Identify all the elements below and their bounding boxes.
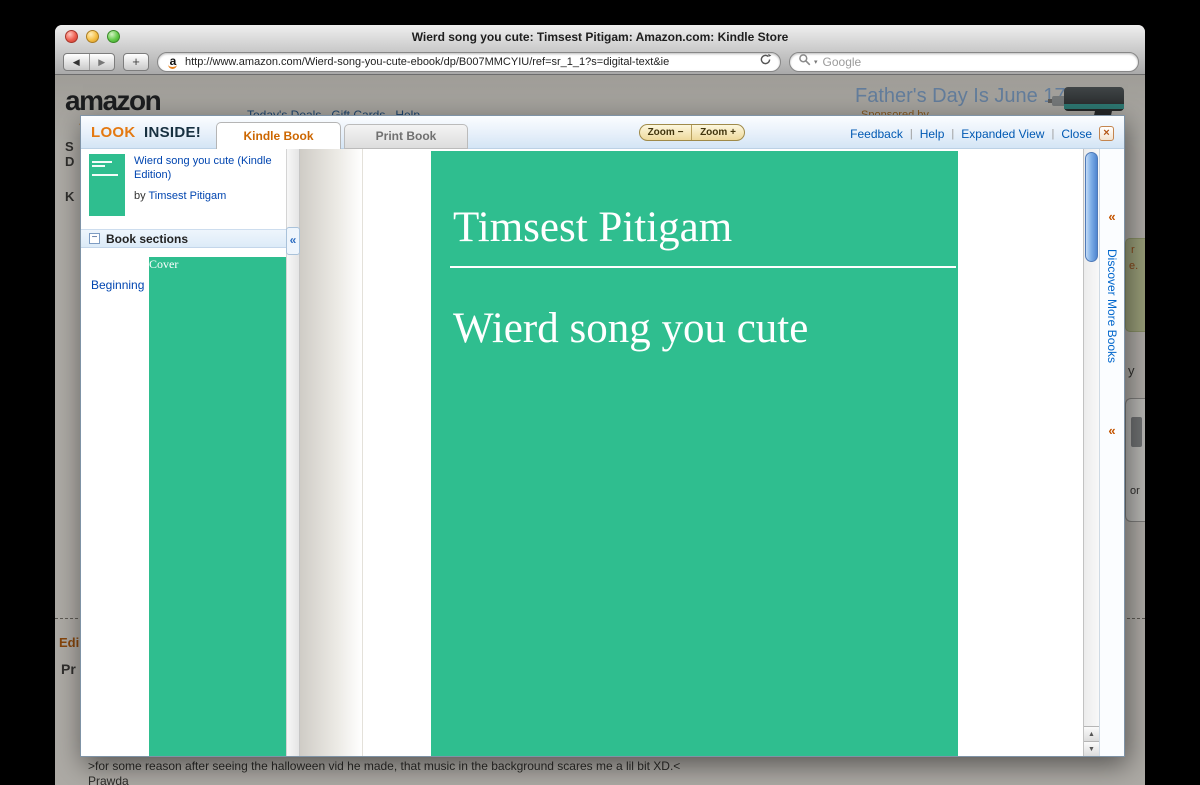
page-edge-shading <box>300 149 362 756</box>
book-page: Timsest Pitigam Wierd song you cute <box>362 149 1026 756</box>
browser-chrome: Wierd song you cute: Timsest Pitigam: Am… <box>55 25 1145 75</box>
byline: by Timsest Pitigam <box>134 190 226 202</box>
scrollbar-thumb[interactable] <box>1085 152 1098 262</box>
amazon-favicon-icon: a <box>166 55 180 70</box>
search-engine-dropdown-icon[interactable]: ▾ <box>814 58 818 66</box>
expanded-view-link[interactable]: Expanded View <box>961 127 1044 141</box>
cover-rule <box>450 266 956 268</box>
minimize-window-button[interactable] <box>86 30 99 43</box>
separator: | <box>1051 128 1054 140</box>
back-button[interactable]: ◀ <box>64 54 89 70</box>
zoom-out-button[interactable]: Zoom − <box>640 125 692 140</box>
tab-print-book[interactable]: Print Book <box>344 124 468 149</box>
tab-kindle-book[interactable]: Kindle Book <box>216 122 341 150</box>
separator: | <box>951 128 954 140</box>
scroll-down-button[interactable]: ▼ <box>1084 741 1099 756</box>
refresh-icon[interactable] <box>759 53 772 71</box>
reader-header: LOOK INSIDE! Kindle Book Print Book Zoom… <box>81 116 1124 149</box>
separator: | <box>910 128 913 140</box>
reader-links: Feedback | Help | Expanded View | Close … <box>850 126 1114 141</box>
cover-author-text: Timsest Pitigam <box>453 203 958 252</box>
collapse-sidebar-button[interactable]: « <box>286 227 300 255</box>
book-sections-header[interactable]: − Book sections <box>81 229 286 248</box>
collapse-sections-icon[interactable]: − <box>89 233 100 244</box>
scrollbar-buttons: ▲ ▼ <box>1084 726 1099 756</box>
look-label: LOOK <box>91 124 136 141</box>
zoom-in-button[interactable]: Zoom + <box>692 125 744 140</box>
search-input[interactable] <box>821 54 1130 70</box>
book-cover-image: Timsest Pitigam Wierd song you cute <box>431 151 958 756</box>
look-inside-reader: LOOK INSIDE! Kindle Book Print Book Zoom… <box>80 115 1125 757</box>
window-title: Wierd song you cute: Timsest Pitigam: Am… <box>185 30 1015 44</box>
zoom-window-button[interactable] <box>107 30 120 43</box>
window-controls <box>65 30 120 43</box>
book-title-link[interactable]: Wierd song you cute (Kindle Edition) <box>134 155 279 183</box>
reader-scrollbar[interactable]: ▲ ▼ <box>1083 149 1099 756</box>
look-inside-logo: LOOK INSIDE! <box>91 124 201 141</box>
search-bar[interactable]: ▾ <box>789 52 1139 72</box>
reader-sidebar: Wierd song you cute (Kindle Edition) by … <box>81 149 286 756</box>
book-cover-thumbnail[interactable] <box>89 154 125 216</box>
sections-title: Book sections <box>106 232 188 246</box>
url-input[interactable] <box>185 56 755 68</box>
address-bar[interactable]: a <box>157 52 781 72</box>
cover-title-text: Wierd song you cute <box>453 304 958 353</box>
help-link[interactable]: Help <box>920 127 945 141</box>
forward-button[interactable]: ▶ <box>89 54 115 70</box>
browser-window: Wierd song you cute: Timsest Pitigam: Am… <box>55 25 1145 785</box>
close-link[interactable]: Close <box>1061 127 1092 141</box>
discover-more-books-tab[interactable]: « Discover More Books « <box>1099 149 1124 756</box>
section-link-beginning[interactable]: Beginning <box>91 278 144 292</box>
reading-pane: Timsest Pitigam Wierd song you cute <box>300 149 1083 756</box>
by-label: by <box>134 190 148 202</box>
reader-body: Wierd song you cute (Kindle Edition) by … <box>81 149 1124 756</box>
expand-discover-icon[interactable]: « <box>1100 209 1124 224</box>
scroll-up-button[interactable]: ▲ <box>1084 726 1099 741</box>
close-window-button[interactable] <box>65 30 78 43</box>
zoom-controls: Zoom − Zoom + <box>639 124 745 141</box>
page-content: amazon Today's Deals Gift Cards Help Spo… <box>55 75 1145 785</box>
feedback-link[interactable]: Feedback <box>850 127 903 141</box>
search-icon <box>798 53 811 71</box>
close-reader-icon[interactable]: × <box>1099 126 1114 141</box>
inside-label: INSIDE! <box>144 124 201 141</box>
author-link[interactable]: Timsest Pitigam <box>148 190 226 202</box>
expand-discover-icon[interactable]: « <box>1100 423 1124 438</box>
history-nav: ◀ ▶ <box>63 53 115 71</box>
discover-more-books-label: Discover More Books <box>1105 249 1119 363</box>
add-bookmark-button[interactable]: + <box>123 53 149 71</box>
